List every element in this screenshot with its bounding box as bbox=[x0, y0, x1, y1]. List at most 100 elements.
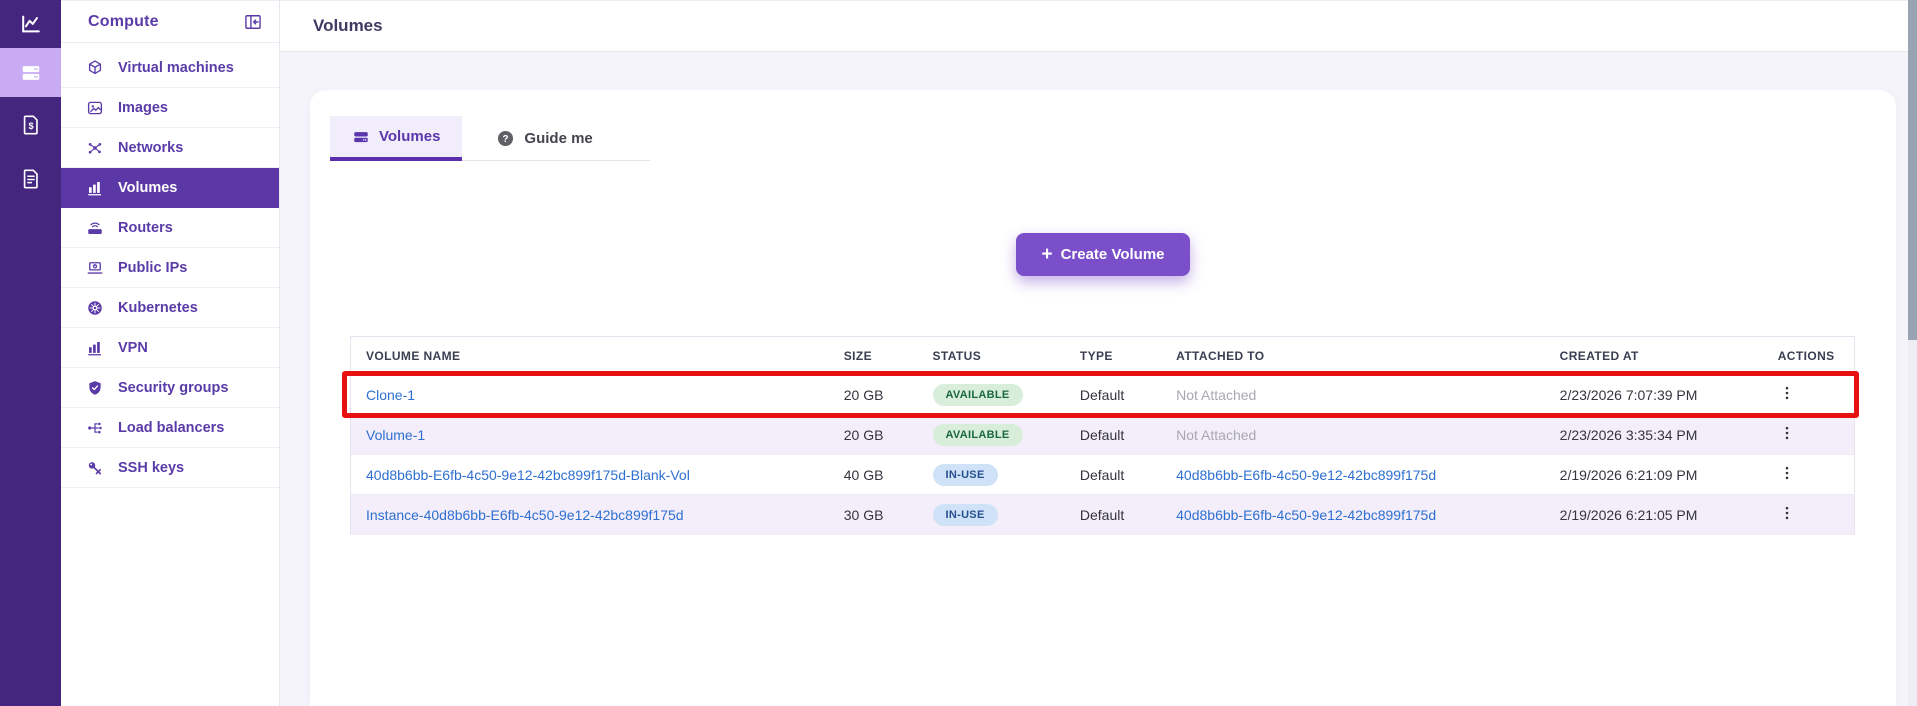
column-header-type: TYPE bbox=[1065, 337, 1161, 375]
plus-icon: + bbox=[1041, 245, 1052, 264]
sidebar-item-label: Images bbox=[118, 100, 168, 116]
sidebar-item-routers[interactable]: Routers bbox=[61, 208, 279, 248]
volume-type: Default bbox=[1080, 427, 1124, 443]
volume-tab-icon bbox=[352, 128, 370, 146]
attached-to-text: Not Attached bbox=[1176, 427, 1256, 443]
bar-chart-icon bbox=[86, 339, 104, 357]
volume-name-link[interactable]: 40d8b6bb-E6fb-4c50-9e12-42bc899f175d-Bla… bbox=[366, 467, 690, 483]
chart-line-icon bbox=[20, 13, 42, 35]
sidebar-item-networks[interactable]: Networks bbox=[61, 128, 279, 168]
sidebar-item-volumes[interactable]: Volumes bbox=[61, 168, 279, 208]
create-volume-label: Create Volume bbox=[1061, 246, 1165, 263]
column-header-created-at: CREATED AT bbox=[1545, 337, 1763, 375]
table-header-row: VOLUME NAMESIZESTATUSTYPEATTACHED TOCREA… bbox=[351, 337, 1855, 375]
sidebar-item-kubernetes[interactable]: Kubernetes bbox=[61, 288, 279, 328]
volume-type: Default bbox=[1080, 387, 1124, 403]
attached-to-link[interactable]: 40d8b6bb-E6fb-4c50-9e12-42bc899f175d bbox=[1176, 507, 1436, 523]
volume-size: 40 GB bbox=[844, 467, 884, 483]
kebab-icon[interactable] bbox=[1778, 504, 1796, 522]
topbar: Volumes bbox=[280, 0, 1917, 52]
scrollbar-thumb[interactable] bbox=[1908, 0, 1917, 340]
volumes-table-wrap: VOLUME NAMESIZESTATUSTYPEATTACHED TOCREA… bbox=[350, 336, 1855, 535]
sidebar-item-images[interactable]: Images bbox=[61, 88, 279, 128]
kebab-icon[interactable] bbox=[1778, 424, 1796, 442]
table-row: 40d8b6bb-E6fb-4c50-9e12-42bc899f175d-Bla… bbox=[351, 455, 1855, 495]
tab-strip: Volumes ? Guide me bbox=[330, 116, 650, 161]
rail-item-document[interactable] bbox=[0, 153, 61, 205]
sidebar-menu: Virtual machines Images Networks Volumes… bbox=[61, 43, 279, 488]
table-row: Volume-1 20 GB AVAILABLE Default Not Att… bbox=[351, 415, 1855, 455]
sidebar-item-label: VPN bbox=[118, 340, 148, 356]
panel-collapse-icon[interactable] bbox=[243, 12, 263, 32]
rail-item-invoice[interactable]: $ bbox=[0, 97, 61, 153]
sidebar-item-label: Networks bbox=[118, 140, 183, 156]
router-icon bbox=[86, 219, 104, 237]
volume-name-link[interactable]: Instance-40d8b6bb-E6fb-4c50-9e12-42bc899… bbox=[366, 507, 684, 523]
created-at: 2/19/2026 6:21:05 PM bbox=[1560, 507, 1698, 523]
svg-text:?: ? bbox=[503, 134, 509, 145]
rail-item-servers[interactable] bbox=[0, 48, 61, 97]
document-icon bbox=[20, 168, 42, 190]
servers-icon bbox=[20, 62, 42, 84]
app-root: $ Compute Virtual machines Images Networ… bbox=[0, 0, 1917, 706]
sidebar-item-security-groups[interactable]: Security groups bbox=[61, 368, 279, 408]
kebab-icon[interactable] bbox=[1778, 464, 1796, 482]
sidebar: Compute Virtual machines Images Networks… bbox=[61, 0, 280, 706]
volume-type: Default bbox=[1080, 467, 1124, 483]
status-badge: AVAILABLE bbox=[933, 424, 1023, 446]
volume-size: 20 GB bbox=[844, 387, 884, 403]
sidebar-item-virtual-machines[interactable]: Virtual machines bbox=[61, 48, 279, 88]
sidebar-item-label: Security groups bbox=[118, 380, 228, 396]
status-badge: IN-USE bbox=[933, 464, 998, 486]
sidebar-item-label: Load balancers bbox=[118, 420, 224, 436]
table-row: Instance-40d8b6bb-E6fb-4c50-9e12-42bc899… bbox=[351, 495, 1855, 535]
volume-name-link[interactable]: Clone-1 bbox=[366, 387, 415, 403]
key-icon bbox=[86, 459, 104, 477]
sidebar-title: Compute bbox=[88, 13, 159, 31]
kebab-icon[interactable] bbox=[1778, 384, 1796, 402]
volumes-table: VOLUME NAMESIZESTATUSTYPEATTACHED TOCREA… bbox=[350, 336, 1855, 535]
tab-guide-me[interactable]: ? Guide me bbox=[474, 116, 614, 161]
tab-volumes[interactable]: Volumes bbox=[330, 116, 462, 161]
tab-guide-me-label: Guide me bbox=[524, 130, 592, 147]
column-header-size: SIZE bbox=[829, 337, 918, 375]
sidebar-item-public-ips[interactable]: Public IPs bbox=[61, 248, 279, 288]
page-scrollbar bbox=[1908, 0, 1917, 706]
created-at: 2/19/2026 6:21:09 PM bbox=[1560, 467, 1698, 483]
volume-type: Default bbox=[1080, 507, 1124, 523]
column-header-actions: ACTIONS bbox=[1763, 337, 1855, 375]
kubernetes-icon bbox=[86, 299, 104, 317]
left-rail: $ bbox=[0, 0, 61, 706]
sidebar-item-load-balancers[interactable]: Load balancers bbox=[61, 408, 279, 448]
sidebar-item-ssh-keys[interactable]: SSH keys bbox=[61, 448, 279, 488]
volume-size: 20 GB bbox=[844, 427, 884, 443]
sidebar-item-label: Kubernetes bbox=[118, 300, 198, 316]
cube-icon bbox=[86, 59, 104, 77]
content-card: Volumes ? Guide me + Create Volume bbox=[310, 90, 1896, 706]
svg-text:$: $ bbox=[28, 121, 33, 131]
tab-volumes-label: Volumes bbox=[379, 128, 440, 145]
page-title: Volumes bbox=[313, 16, 383, 36]
attached-to-text: Not Attached bbox=[1176, 387, 1256, 403]
attached-to-link[interactable]: 40d8b6bb-E6fb-4c50-9e12-42bc899f175d bbox=[1176, 467, 1436, 483]
created-at: 2/23/2026 3:35:34 PM bbox=[1560, 427, 1698, 443]
volume-size: 30 GB bbox=[844, 507, 884, 523]
column-header-status: STATUS bbox=[918, 337, 1065, 375]
volume-name-link[interactable]: Volume-1 bbox=[366, 427, 425, 443]
create-volume-button[interactable]: + Create Volume bbox=[1016, 233, 1189, 276]
sidebar-header: Compute bbox=[61, 1, 279, 43]
rail-item-chart-line[interactable] bbox=[0, 0, 61, 48]
create-volume-row: + Create Volume bbox=[310, 233, 1896, 276]
table-row: Clone-1 20 GB AVAILABLE Default Not Atta… bbox=[351, 375, 1855, 415]
content-area: Volumes ? Guide me + Create Volume bbox=[280, 52, 1908, 706]
column-header-attached-to: ATTACHED TO bbox=[1161, 337, 1545, 375]
sidebar-item-vpn[interactable]: VPN bbox=[61, 328, 279, 368]
load-balancer-icon bbox=[86, 419, 104, 437]
shield-check-icon bbox=[86, 379, 104, 397]
status-badge: AVAILABLE bbox=[933, 384, 1023, 406]
invoice-icon: $ bbox=[20, 114, 42, 136]
sidebar-item-label: Virtual machines bbox=[118, 60, 234, 76]
network-icon bbox=[86, 139, 104, 157]
bar-chart-icon bbox=[86, 179, 104, 197]
public-ip-icon bbox=[86, 259, 104, 277]
